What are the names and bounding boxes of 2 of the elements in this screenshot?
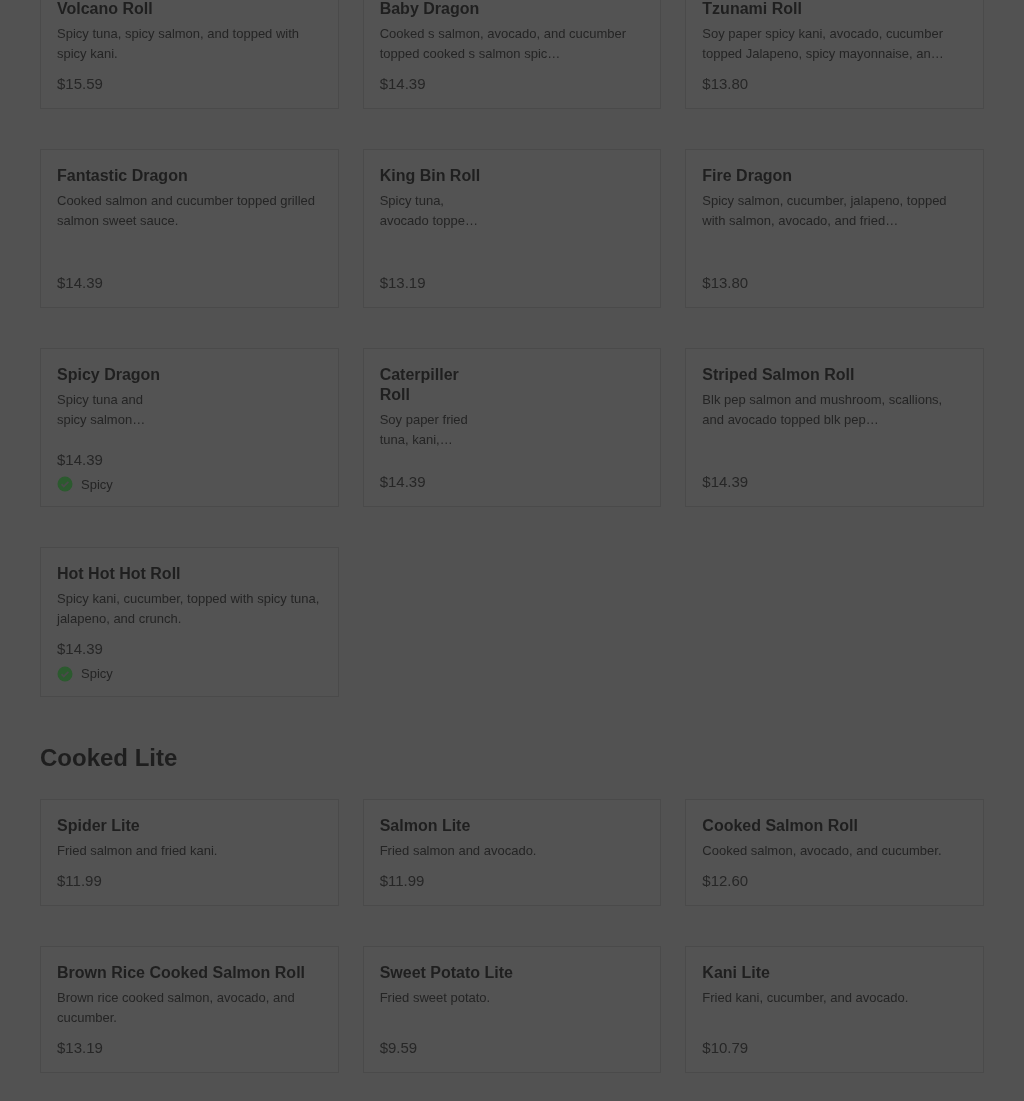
check-badge-icon: [57, 665, 73, 682]
check-badge-icon: [57, 476, 73, 493]
